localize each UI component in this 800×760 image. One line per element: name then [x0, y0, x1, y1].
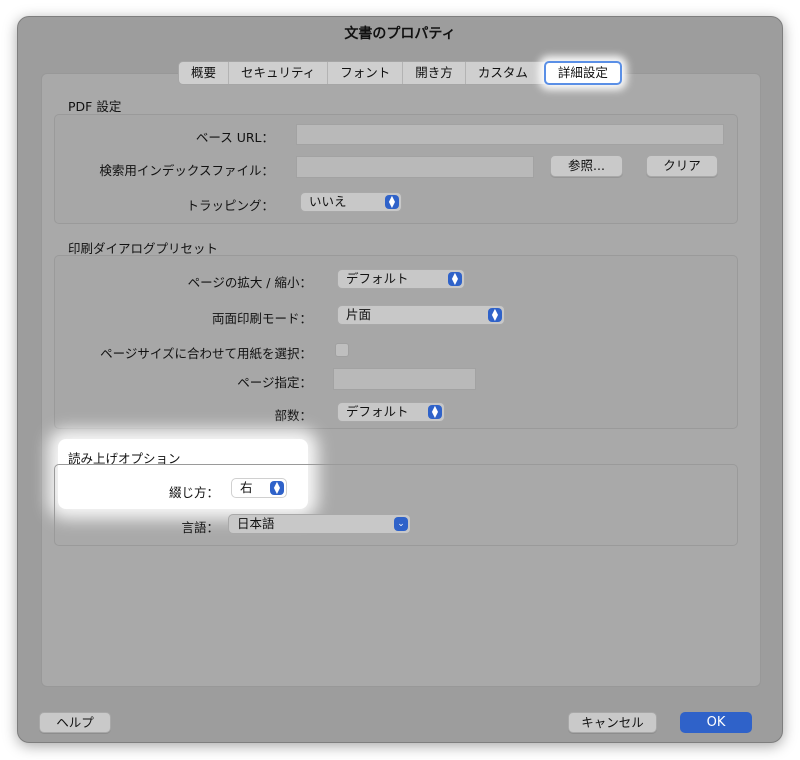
- updown-arrows-icon: ▲ ▼: [488, 308, 502, 322]
- language-popup[interactable]: 日本語 ⌄: [228, 514, 411, 534]
- page-range-input[interactable]: [333, 368, 476, 390]
- help-button[interactable]: ヘルプ: [39, 712, 111, 733]
- search-index-input[interactable]: [296, 156, 534, 178]
- window-title: 文書のプロパティ: [344, 26, 456, 42]
- search-index-label: 検索用インデックスファイル：: [99, 163, 274, 178]
- paper-by-size-label: ページサイズに合わせて用紙を選択：: [100, 346, 312, 361]
- page-scaling-value: デフォルト: [346, 271, 409, 286]
- tab-overview[interactable]: 概要: [179, 62, 230, 84]
- duplex-mode-label: 両面印刷モード：: [211, 311, 312, 326]
- tab-initial-view[interactable]: 開き方: [403, 62, 466, 84]
- binding-label: 綴じ方：: [168, 485, 219, 500]
- trapping-value: いいえ: [309, 194, 347, 209]
- chevron-down-icon: ⌄: [394, 517, 408, 531]
- base-url-label: ベース URL：: [195, 130, 274, 145]
- trapping-popup[interactable]: いいえ ▲ ▼: [300, 192, 402, 212]
- updown-arrows-icon: ▲ ▼: [428, 405, 442, 419]
- page-scaling-popup[interactable]: デフォルト ▲ ▼: [337, 269, 465, 289]
- duplex-mode-popup[interactable]: 片面 ▲ ▼: [337, 305, 505, 325]
- tab-bar: 概要 セキュリティ フォント 開き方 カスタム 詳細設定: [178, 61, 623, 85]
- updown-arrows-icon: ▲ ▼: [448, 272, 462, 286]
- binding-popup[interactable]: 右 ▲ ▼: [231, 478, 287, 498]
- copies-label: 部数：: [274, 408, 312, 423]
- ok-button[interactable]: OK: [680, 712, 752, 733]
- pdf-settings-title: PDF 設定: [68, 99, 122, 114]
- binding-value: 右: [240, 480, 253, 495]
- clear-button[interactable]: クリア: [646, 155, 718, 177]
- updown-arrows-icon: ▲ ▼: [270, 481, 284, 495]
- page-range-label: ページ指定：: [237, 375, 312, 390]
- page-scaling-label: ページの拡大 / 縮小：: [187, 275, 312, 290]
- language-label: 言語：: [181, 520, 219, 535]
- copies-value: デフォルト: [346, 404, 409, 419]
- language-value: 日本語: [237, 516, 275, 531]
- tab-custom[interactable]: カスタム: [466, 62, 540, 84]
- duplex-mode-value: 片面: [346, 307, 372, 322]
- cancel-button[interactable]: キャンセル: [568, 712, 657, 733]
- base-url-input[interactable]: [296, 124, 724, 145]
- document-properties-window: 文書のプロパティ 概要 セキュリティ フォント 開き方 カスタム 詳細設定 PD…: [17, 16, 783, 743]
- trapping-label: トラッピング：: [186, 198, 274, 213]
- tab-security[interactable]: セキュリティ: [229, 62, 329, 84]
- tab-advanced[interactable]: 詳細設定: [543, 61, 622, 85]
- browse-button[interactable]: 参照...: [550, 155, 623, 177]
- updown-arrows-icon: ▲ ▼: [385, 195, 399, 209]
- copies-popup[interactable]: デフォルト ▲ ▼: [337, 402, 445, 422]
- paper-by-size-checkbox[interactable]: [335, 343, 349, 357]
- tab-fonts[interactable]: フォント: [328, 62, 404, 84]
